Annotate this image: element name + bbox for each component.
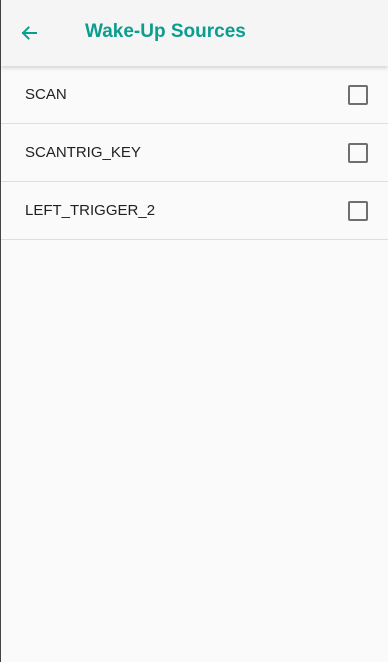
list-item-label: LEFT_TRIGGER_2 [25,202,156,219]
list-item-scantrig-key[interactable]: SCANTRIG_KEY [1,124,388,182]
list-item-label: SCANTRIG_KEY [25,144,141,161]
checkbox-left-trigger-2[interactable] [348,200,368,221]
arrow-left-icon [19,23,39,43]
wake-up-sources-screen: Wake-Up Sources SCAN SCANTRIG_KEY LEFT_T… [0,0,388,662]
wake-up-source-list: SCAN SCANTRIG_KEY LEFT_TRIGGER_2 [1,66,388,240]
list-item-scan[interactable]: SCAN [1,66,388,124]
checkbox-scantrig-key[interactable] [348,142,368,163]
list-item-label: SCAN [25,86,67,103]
page-title: Wake-Up Sources [85,21,246,42]
back-button[interactable] [1,0,57,66]
list-item-left-trigger-2[interactable]: LEFT_TRIGGER_2 [1,182,388,240]
checkbox-scan[interactable] [348,84,368,105]
app-bar: Wake-Up Sources [1,0,388,66]
